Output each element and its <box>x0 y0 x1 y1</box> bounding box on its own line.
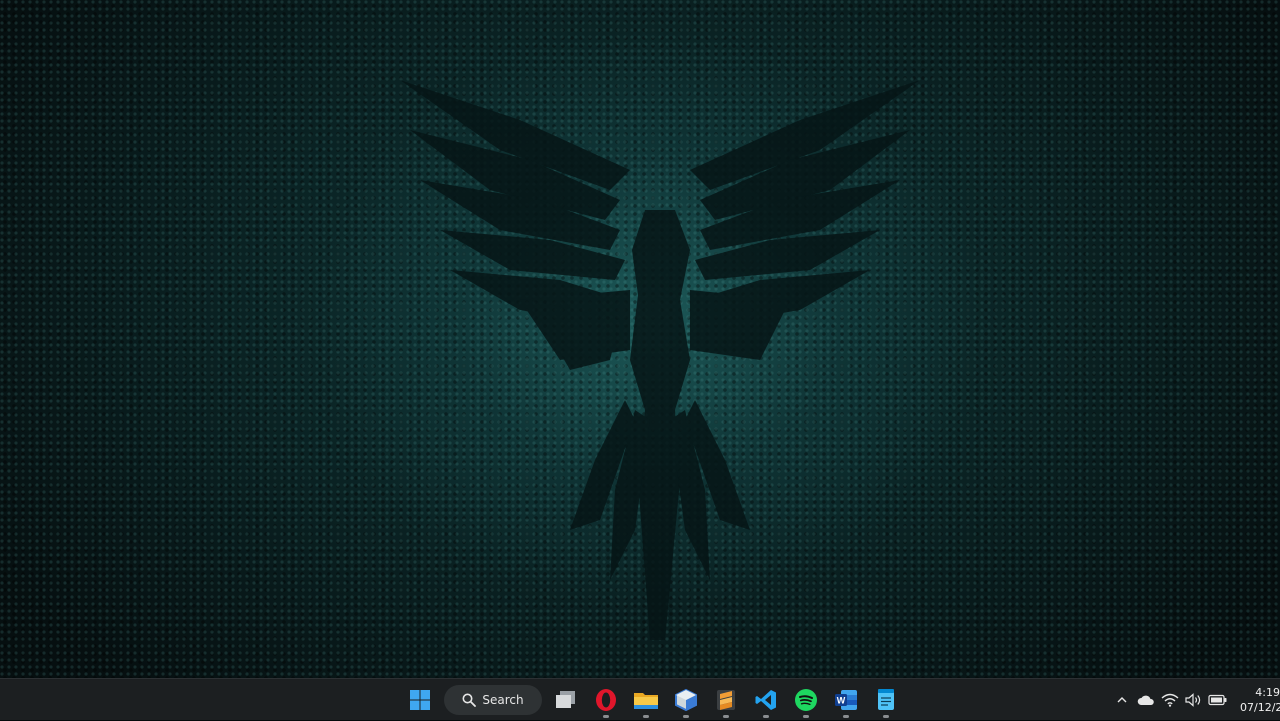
onedrive-button[interactable] <box>1134 688 1158 712</box>
volume-icon <box>1185 693 1201 707</box>
clock-date: 07/12/2 <box>1240 701 1280 714</box>
file-explorer-button[interactable] <box>626 680 666 720</box>
folder-icon <box>634 693 658 709</box>
vscode-icon <box>755 690 776 710</box>
desktop-wallpaper <box>0 0 1280 678</box>
sublime-icon <box>717 690 735 710</box>
task-view-icon <box>556 691 575 708</box>
system-tray: 4:19 07/12/2 <box>1110 679 1280 721</box>
running-indicator <box>843 715 849 718</box>
vscode-button[interactable] <box>746 680 786 720</box>
volume-button[interactable] <box>1182 688 1206 712</box>
running-indicator <box>643 715 649 718</box>
parrot-logo-icon <box>400 80 920 640</box>
notepad-icon <box>878 689 894 710</box>
task-view-button[interactable] <box>546 680 586 720</box>
onedrive-icon <box>1137 695 1154 705</box>
taskbar: Search W 4:19 07/12/2 <box>0 678 1280 720</box>
clock-time: 4:19 <box>1255 686 1280 699</box>
wifi-icon <box>1161 693 1179 707</box>
network-button[interactable] <box>1158 688 1182 712</box>
word-icon: W <box>835 690 857 710</box>
clock-button[interactable]: 4:19 07/12/2 <box>1240 685 1280 715</box>
virtualbox-button[interactable] <box>666 680 706 720</box>
battery-icon <box>1208 694 1227 706</box>
running-indicator <box>803 715 809 718</box>
sublime-text-button[interactable] <box>706 680 746 720</box>
virtualbox-icon <box>675 688 697 712</box>
opera-icon <box>596 689 616 711</box>
running-indicator <box>603 715 609 718</box>
word-button[interactable]: W <box>826 680 866 720</box>
taskbar-apps: Search W <box>400 679 906 721</box>
opera-button[interactable] <box>586 680 626 720</box>
windows-start-icon <box>410 690 430 710</box>
battery-button[interactable] <box>1206 688 1230 712</box>
show-hidden-icons-button[interactable] <box>1110 688 1134 712</box>
chevron-up-icon <box>1117 697 1127 703</box>
search-button[interactable]: Search <box>444 685 542 715</box>
start-button[interactable] <box>400 680 440 720</box>
running-indicator <box>883 715 889 718</box>
search-icon <box>462 693 477 707</box>
spotify-button[interactable] <box>786 680 826 720</box>
running-indicator <box>683 715 689 718</box>
notepad-button[interactable] <box>866 680 906 720</box>
running-indicator <box>763 715 769 718</box>
running-indicator <box>723 715 729 718</box>
search-label: Search <box>482 693 524 707</box>
svg-text:W: W <box>837 696 846 706</box>
spotify-icon <box>795 689 817 711</box>
